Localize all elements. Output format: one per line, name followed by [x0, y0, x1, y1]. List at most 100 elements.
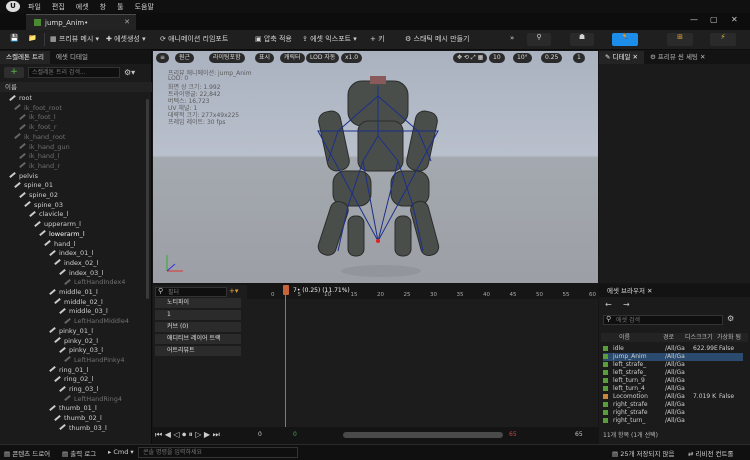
bone-row[interactable]: LeftHandPinky4	[64, 356, 125, 365]
bone-row[interactable]: LeftHandMiddle4	[64, 317, 129, 326]
bone-row[interactable]: thumb_01_l	[49, 404, 97, 413]
menu-help[interactable]: 도움말	[135, 2, 154, 12]
left-scrollbar[interactable]	[146, 99, 149, 299]
skeleton-mode-icon[interactable]: ⚲	[527, 33, 551, 46]
bone-row[interactable]: index_02_l	[54, 259, 98, 268]
bone-row[interactable]: thumb_03_l	[59, 424, 107, 433]
window-close-icon[interactable]: ✕	[731, 15, 738, 24]
bone-row[interactable]: clavicle_l	[29, 210, 68, 219]
console-command-input[interactable]	[138, 447, 298, 458]
track-attributes[interactable]: 어트리뷰트	[155, 346, 241, 356]
add-icon[interactable]: +	[4, 67, 24, 78]
close-icon[interactable]: ✕	[124, 18, 130, 26]
lighting-button[interactable]: 라이팅포함	[209, 53, 245, 63]
viewport-menu-icon[interactable]: ≡	[156, 53, 170, 63]
bone-row[interactable]: pinky_01_l	[49, 327, 93, 336]
revision-control-button[interactable]: ⇄ 리비전 컨트롤	[688, 448, 733, 458]
bone-row[interactable]: ik_foot_r	[19, 123, 57, 132]
asset-row[interactable]: left_turn_4/All/Ga	[603, 385, 743, 393]
playhead-handle[interactable]	[283, 285, 289, 295]
bone-row[interactable]: lowerarm_l	[39, 230, 85, 239]
bone-row[interactable]: pelvis	[9, 172, 38, 181]
asset-row[interactable]: left_turn_9/All/Ga	[603, 377, 743, 385]
bone-row[interactable]: thumb_02_l	[54, 414, 102, 423]
tab-skeleton-tree[interactable]: 스켈레톤 트리	[0, 51, 50, 64]
bone-row[interactable]: root	[9, 94, 32, 103]
asset-row[interactable]: right_strafe/All/Ga	[603, 409, 743, 417]
track-notify-1[interactable]: 1	[155, 310, 241, 320]
tab-asset-details[interactable]: 에셋 디테일	[50, 51, 94, 64]
asset-row[interactable]: left_strafe_ /All/Ga	[603, 369, 743, 377]
preview-mesh-button[interactable]: ▦ 프리뷰 메시 ▾	[50, 34, 99, 44]
col-name[interactable]: 이름	[619, 333, 630, 342]
unsaved-changes-button[interactable]: ▤ 25개 저장되지 않음	[612, 448, 674, 458]
asset-row[interactable]: right_turn_ /All/Ga	[603, 417, 743, 425]
timeline-scrollbar[interactable]	[343, 432, 503, 438]
rotation-snap-value[interactable]: 10°	[513, 53, 532, 63]
bone-row[interactable]: ik_hand_r	[19, 162, 60, 171]
make-static-mesh-button[interactable]: ⚙ 스태틱 메시 만들기	[405, 34, 470, 44]
create-asset-button[interactable]: ✚ 에셋생성 ▾	[106, 34, 146, 44]
asset-row[interactable]: jump_Anim/All/Ga	[603, 353, 743, 361]
tab-preview-scene-settings[interactable]: ⚙ 프리뷰 씬 세팅 ✕	[644, 51, 711, 64]
menu-edit[interactable]: 편집	[52, 2, 65, 12]
blueprint-mode-icon[interactable]: ⊞	[667, 33, 693, 46]
content-drawer-button[interactable]: ▤ 콘텐츠 드로어	[4, 448, 50, 458]
show-button[interactable]: 표시	[255, 53, 275, 63]
tab-jump-anim[interactable]: jump_Anim• ✕	[26, 14, 136, 30]
bone-row[interactable]: index_01_l	[49, 249, 93, 258]
camera-speed-value[interactable]: 1	[573, 53, 585, 63]
track-notifies[interactable]: 노티파이	[155, 298, 241, 308]
bone-row[interactable]: middle_03_l	[59, 307, 108, 316]
view-start[interactable]: 0	[293, 431, 297, 438]
bone-row[interactable]: ring_02_l	[54, 375, 93, 384]
grid-snap-value[interactable]: 10	[489, 53, 505, 63]
track-additive-layer[interactable]: 애디티브 레이어 트랙	[155, 334, 241, 344]
bone-row[interactable]: pinky_02_l	[54, 337, 98, 346]
preview-viewport[interactable]: ≡ 원근 라이팅포함 표시 캐릭터 LOD 자동 x1.0 ✥ ⟲ ⤢ ▦ 10…	[153, 51, 598, 283]
export-asset-button[interactable]: ⇪ 에셋 익스포트 ▾	[302, 34, 357, 44]
asset-row[interactable]: idle/All/Ga 622.99E False	[603, 345, 743, 353]
track-filter-input[interactable]	[155, 287, 227, 297]
skeleton-search-input[interactable]	[28, 67, 120, 78]
bone-row[interactable]: spine_02	[19, 191, 58, 200]
bone-row[interactable]: ring_01_l	[49, 366, 88, 375]
tab-details[interactable]: ✎ 디테일 ✕	[599, 51, 644, 64]
track-curves[interactable]: 커브 (0)	[155, 322, 241, 332]
bone-row[interactable]: ik_hand_gun	[19, 143, 70, 152]
add-track-icon[interactable]: +▾	[229, 287, 238, 295]
asset-row[interactable]: right_strafe/All/Ga	[603, 401, 743, 409]
menu-tools[interactable]: 툴	[117, 2, 123, 12]
bone-row[interactable]: middle_01_l	[49, 288, 98, 297]
maximize-icon[interactable]: ▢	[710, 15, 718, 24]
back-arrow-icon[interactable]: ←	[605, 300, 612, 309]
expand-icon[interactable]: »	[510, 34, 514, 42]
browse-icon[interactable]: 📁	[28, 34, 37, 42]
bone-row[interactable]: upperarm_l	[34, 220, 81, 229]
bone-row[interactable]: middle_02_l	[54, 298, 103, 307]
bone-row[interactable]: ik_hand_l	[19, 152, 59, 161]
bone-row[interactable]: index_03_l	[59, 269, 103, 278]
cmd-dropdown[interactable]: ▸ Cmd ▾	[108, 448, 134, 456]
bone-row[interactable]: LeftHandIndex4	[64, 278, 125, 287]
col-virtualized[interactable]: 가상화 됨	[717, 333, 741, 342]
perspective-button[interactable]: 원근	[175, 53, 195, 63]
mesh-mode-icon[interactable]: ☗	[570, 33, 594, 46]
settings-gear-icon[interactable]: ⚙▾	[124, 68, 135, 77]
asset-row[interactable]: left_strafe_ /All/Ga	[603, 361, 743, 369]
col-path[interactable]: 경로	[663, 333, 674, 342]
bone-row[interactable]: ring_03_l	[59, 385, 98, 394]
asset-search-input[interactable]	[603, 315, 723, 325]
col-disk-size[interactable]: 디스크크기	[685, 333, 713, 342]
bone-row[interactable]: hand_l	[44, 240, 75, 249]
menu-window[interactable]: 창	[100, 2, 106, 12]
key-button[interactable]: + 키	[370, 34, 385, 44]
bone-row[interactable]: spine_03	[24, 201, 63, 210]
asset-settings-icon[interactable]: ⚙	[727, 314, 734, 323]
asset-row[interactable]: Locomotion/All/Ga 7.019 K False	[603, 393, 743, 401]
menu-file[interactable]: 파일	[28, 2, 41, 12]
range-end[interactable]: 65	[575, 431, 583, 438]
bone-row[interactable]: spine_01	[14, 181, 53, 190]
range-start[interactable]: 0	[258, 431, 262, 438]
lod-auto-button[interactable]: LOD 자동	[306, 53, 340, 63]
